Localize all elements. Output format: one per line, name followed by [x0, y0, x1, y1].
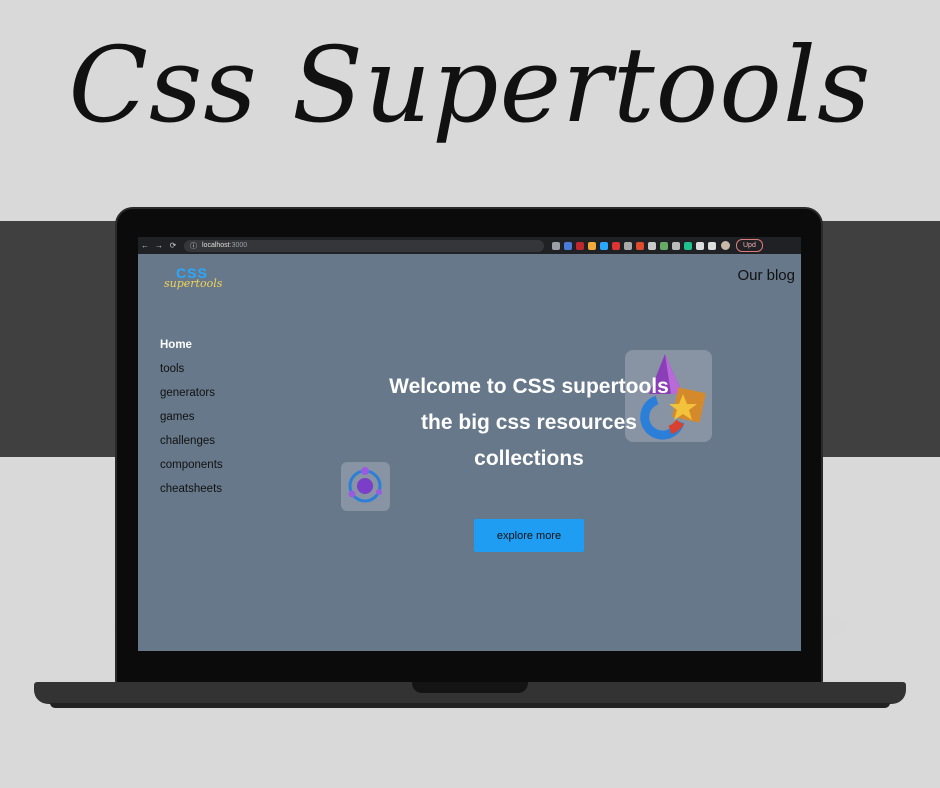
extension-icon[interactable] [660, 241, 668, 250]
laptop-screen: ← → ⟳ ⓘ localhost:3000 Upd CSS supertool… [138, 237, 801, 651]
info-icon: ⓘ [190, 242, 197, 250]
extension-icon[interactable] [672, 241, 680, 250]
sidebar-item-home[interactable]: Home [160, 333, 223, 357]
sidebar-item-challenges[interactable]: challenges [160, 429, 223, 453]
browser-toolbar: ← → ⟳ ⓘ localhost:3000 Upd [138, 237, 801, 254]
hero-heading: Welcome to CSS supertools the big css re… [352, 369, 706, 477]
reload-icon[interactable]: ⟳ [166, 241, 180, 250]
extension-icon[interactable] [564, 241, 572, 250]
laptop-base-shadow [50, 703, 890, 708]
extension-icon[interactable] [612, 241, 620, 250]
forward-icon[interactable]: → [152, 241, 166, 250]
hero-line-1: Welcome to CSS supertools [389, 375, 669, 398]
blog-link[interactable]: Our blog [737, 267, 795, 284]
poster-title: Css Supertools [68, 24, 872, 146]
extension-icon[interactable] [600, 241, 608, 250]
extension-icon[interactable] [684, 241, 692, 250]
laptop-notch [412, 682, 528, 693]
extension-icon[interactable] [576, 241, 584, 250]
address-bar[interactable]: ⓘ localhost:3000 [184, 239, 544, 252]
logo-sub-text: supertools [164, 277, 223, 290]
address-url: localhost:3000 [202, 242, 248, 249]
hero-line-3: collections [474, 447, 584, 470]
sidebar-item-games[interactable]: games [160, 405, 223, 429]
explore-more-button[interactable]: explore more [474, 519, 584, 552]
sidebar-item-generators[interactable]: generators [160, 381, 223, 405]
extension-icon[interactable] [708, 241, 716, 250]
back-icon[interactable]: ← [138, 241, 152, 250]
extension-icon[interactable] [624, 241, 632, 250]
extensions-row [552, 241, 716, 250]
sidebar-nav: Home tools generators games challenges compon… [160, 333, 223, 501]
site-logo[interactable]: CSS supertools [162, 265, 232, 293]
sidebar-item-components[interactable]: components [160, 453, 223, 477]
update-button[interactable]: Upd [736, 239, 763, 252]
extension-icon[interactable] [648, 241, 656, 250]
profile-avatar[interactable] [721, 241, 730, 250]
hero-line-2: the big css resources [421, 411, 637, 434]
extension-icon[interactable] [552, 241, 560, 250]
sidebar-item-tools[interactable]: tools [160, 357, 223, 381]
extension-icon[interactable] [696, 241, 704, 250]
sidebar-item-cheatsheets[interactable]: cheatsheets [160, 477, 223, 501]
extension-icon[interactable] [588, 241, 596, 250]
extension-icon[interactable] [636, 241, 644, 250]
